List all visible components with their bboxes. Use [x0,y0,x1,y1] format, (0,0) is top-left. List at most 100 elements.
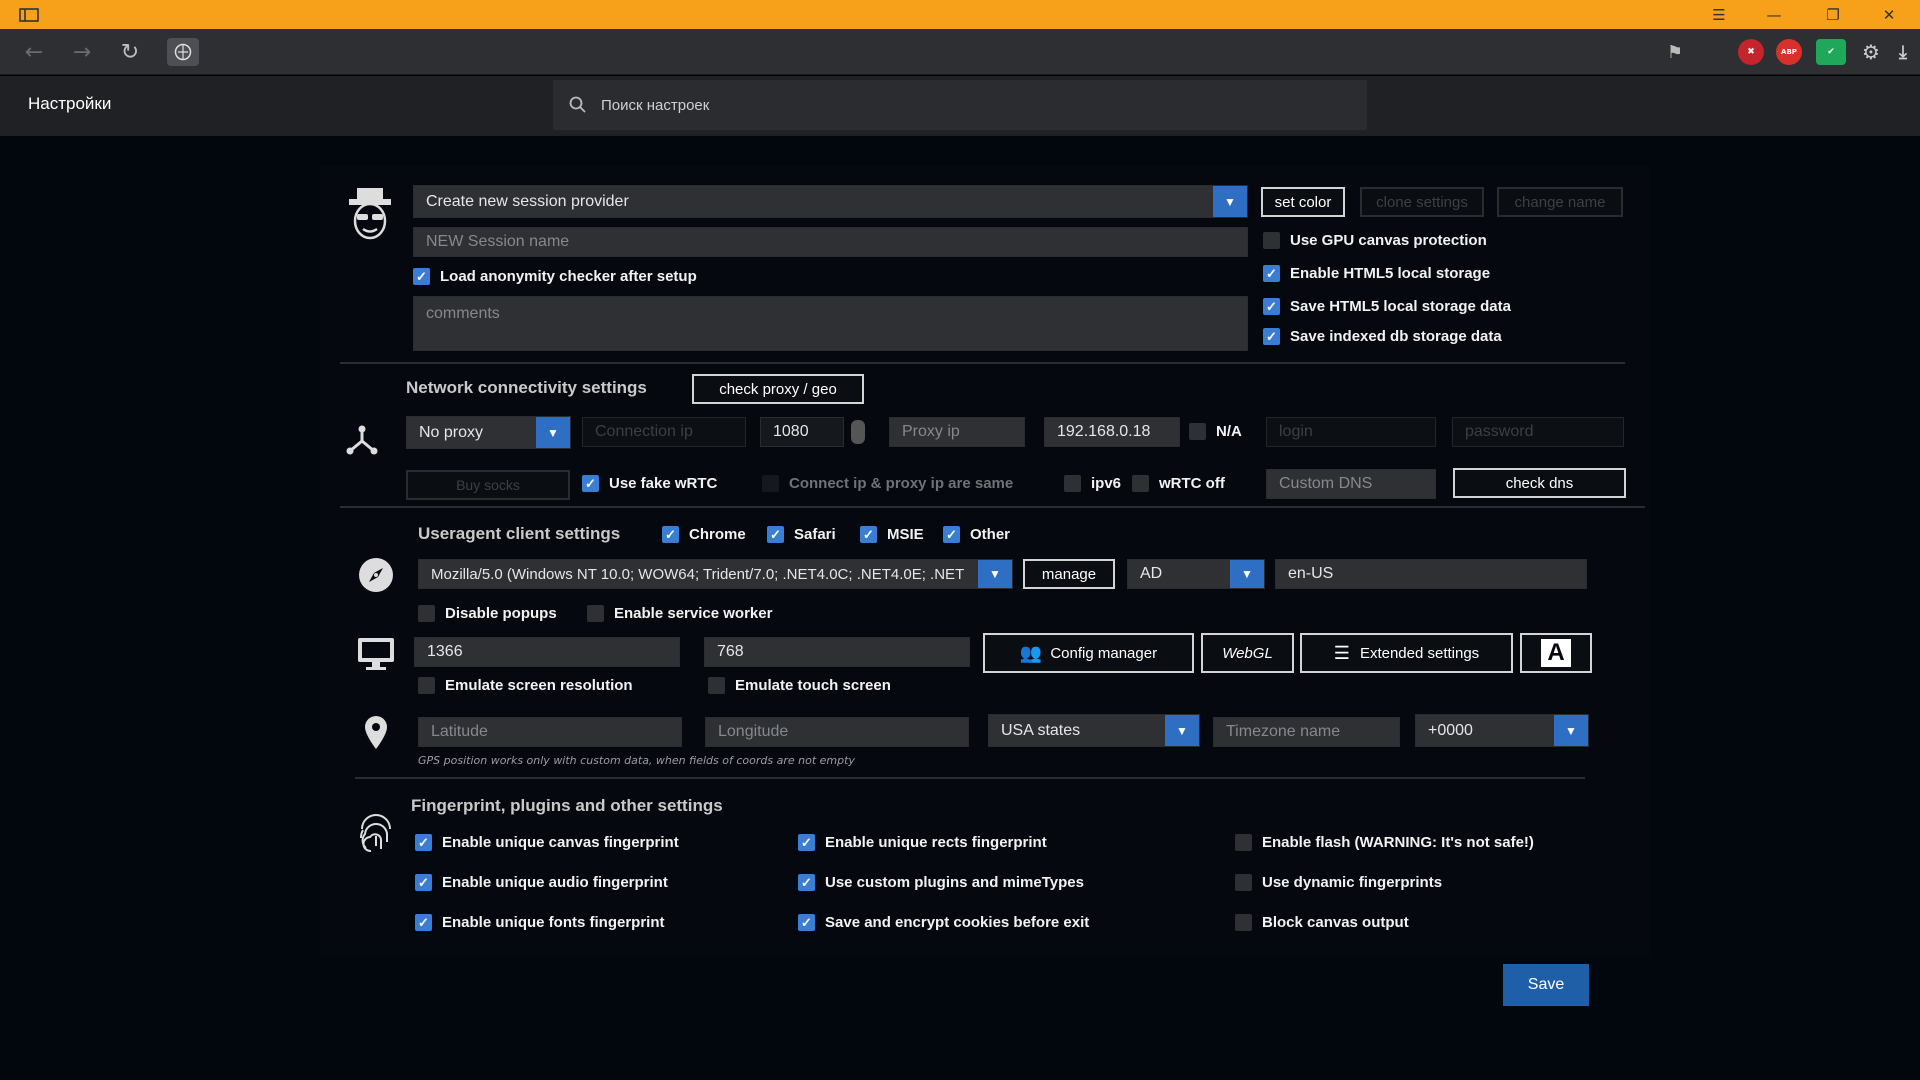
login-input[interactable]: login [1266,417,1436,447]
msie-checkbox[interactable]: ✓ MSIE [860,526,924,543]
chrome-checkbox[interactable]: ✓ Chrome [662,526,746,543]
chevron-down-icon[interactable]: ▼ [536,417,570,448]
save-button[interactable]: Save [1503,964,1589,1006]
change-name-button[interactable]: change name [1497,187,1623,217]
language-input[interactable]: en-US [1275,559,1587,589]
dynamic-fingerprints-checkbox[interactable]: Use dynamic fingerprints [1235,874,1442,891]
audio-fingerprint-checkbox[interactable]: ✓ Enable unique audio fingerprint [415,874,668,891]
chevron-down-icon[interactable]: ▼ [1213,186,1247,217]
other-checkbox[interactable]: ✓ Other [943,526,1010,543]
checkbox-off [762,475,779,492]
download-icon[interactable]: ⤓ [1890,39,1916,65]
checkbox-off [1263,232,1280,249]
check-icon: ✓ [1263,298,1280,315]
sidebar-toggle-icon[interactable] [14,0,44,29]
save-html5-checkbox[interactable]: ✓ Save HTML5 local storage data [1263,298,1511,315]
webgl-button[interactable]: WebGL [1201,633,1294,673]
load-checker-checkbox[interactable]: ✓ Load anonymity checker after setup [413,268,697,285]
incognito-avatar-icon [343,185,397,245]
extension-shield-icon[interactable]: ✖ [1738,39,1764,65]
proxy-type-select[interactable]: No proxy ▼ [406,416,571,449]
checkbox-label: Disable popups [445,605,557,622]
country-select[interactable]: AD ▼ [1127,559,1265,589]
fonts-button[interactable]: A [1520,633,1592,673]
fonts-fingerprint-checkbox[interactable]: ✓ Enable unique fonts fingerprint [415,914,665,931]
bookmark-icon[interactable]: ⚑ [1662,39,1688,65]
window-titlebar: ☰ — ❐ ✕ [0,0,1920,29]
same-ip-checkbox[interactable]: Connect ip & proxy ip are same [762,475,1013,492]
port-input[interactable]: 1080 [760,417,844,447]
gpu-canvas-checkbox[interactable]: Use GPU canvas protection [1263,232,1487,249]
emulate-resolution-checkbox[interactable]: Emulate screen resolution [418,677,633,694]
proxy-ip-value-input[interactable]: 192.168.0.18 [1044,417,1180,447]
adblock-icon[interactable]: ABP [1776,39,1802,65]
checkbox-off [1189,423,1206,440]
fake-wrtc-checkbox[interactable]: ✓ Use fake wRTC [582,475,717,492]
states-value: USA states [1001,721,1081,739]
connection-ip-input[interactable]: Connection ip [582,417,746,447]
service-worker-checkbox[interactable]: Enable service worker [587,605,772,622]
forward-icon[interactable]: → [60,29,104,75]
checkbox-label: Safari [794,526,836,543]
proxy-ip-input[interactable]: Proxy ip [889,417,1025,447]
rects-fingerprint-checkbox[interactable]: ✓ Enable unique rects fingerprint [798,834,1047,851]
restore-icon[interactable]: ❐ [1814,0,1852,29]
site-info-icon[interactable] [167,38,199,66]
save-indexeddb-checkbox[interactable]: ✓ Save indexed db storage data [1263,328,1502,345]
chevron-down-icon[interactable]: ▼ [1554,715,1588,746]
screen-width-input[interactable]: 1366 [414,637,680,667]
gear-icon[interactable]: ⚙ [1858,39,1884,65]
port-stepper[interactable] [851,420,865,444]
compass-icon [354,553,398,597]
password-input[interactable]: password [1452,417,1624,447]
menu-icon[interactable]: ☰ [1700,0,1738,29]
close-icon[interactable]: ✕ [1870,0,1908,29]
na-checkbox[interactable]: N/A [1189,423,1242,440]
chevron-down-icon[interactable]: ▼ [1165,715,1199,746]
longitude-input[interactable]: Longitude [705,717,969,747]
set-color-button[interactable]: set color [1261,187,1345,217]
check-icon: ✓ [582,475,599,492]
checkbox-label: Chrome [689,526,746,543]
checkbox-label: Emulate screen resolution [445,677,633,694]
checkbox-label: Enable flash (WARNING: It's not safe!) [1262,834,1534,851]
checkbox-label: Enable unique fonts fingerprint [442,914,665,931]
custom-plugins-checkbox[interactable]: ✓ Use custom plugins and mimeTypes [798,874,1084,891]
timezone-input[interactable]: Timezone name [1213,717,1400,747]
chevron-down-icon[interactable]: ▼ [978,560,1012,588]
config-manager-button[interactable]: 👥 Config manager [983,633,1194,673]
clone-settings-button[interactable]: clone settings [1360,187,1484,217]
block-canvas-checkbox[interactable]: Block canvas output [1235,914,1409,931]
back-icon[interactable]: ← [12,29,56,75]
disable-popups-checkbox[interactable]: Disable popups [418,605,557,622]
manage-button[interactable]: manage [1023,559,1115,589]
custom-dns-input[interactable]: Custom DNS [1266,469,1436,499]
check-icon: ✓ [860,526,877,543]
safari-checkbox[interactable]: ✓ Safari [767,526,836,543]
states-select[interactable]: USA states ▼ [988,714,1200,747]
canvas-fingerprint-checkbox[interactable]: ✓ Enable unique canvas fingerprint [415,834,679,851]
emulate-touch-checkbox[interactable]: Emulate touch screen [708,677,891,694]
session-provider-select[interactable]: Create new session provider ▼ [413,185,1248,218]
minimize-icon[interactable]: — [1755,0,1793,29]
ipv6-checkbox[interactable]: ipv6 [1064,475,1121,492]
timezone-offset-select[interactable]: +0000 ▼ [1415,714,1589,747]
comments-textarea[interactable]: comments [413,296,1248,351]
chevron-down-icon[interactable]: ▼ [1230,560,1264,588]
enable-flash-checkbox[interactable]: Enable flash (WARNING: It's not safe!) [1235,834,1534,851]
checkbox-label: Emulate touch screen [735,677,891,694]
session-name-input[interactable]: NEW Session name [413,227,1248,257]
wrtc-off-checkbox[interactable]: wRTC off [1132,475,1225,492]
buy-socks-button[interactable]: Buy socks [406,470,570,500]
vpn-extension-icon[interactable]: ✔ [1816,39,1846,65]
useragent-select[interactable]: Mozilla/5.0 (Windows NT 10.0; WOW64; Tri… [418,559,1013,589]
settings-search-input[interactable]: Поиск настроек [553,80,1367,130]
encrypt-cookies-checkbox[interactable]: ✓ Save and encrypt cookies before exit [798,914,1089,931]
check-dns-button[interactable]: check dns [1453,468,1626,498]
html5-storage-checkbox[interactable]: ✓ Enable HTML5 local storage [1263,265,1490,282]
latitude-input[interactable]: Latitude [418,717,682,747]
screen-height-input[interactable]: 768 [704,637,970,667]
check-proxy-button[interactable]: check proxy / geo [692,374,864,404]
extended-settings-button[interactable]: ☰ Extended settings [1300,633,1513,673]
reload-icon[interactable]: ↻ [108,29,152,75]
